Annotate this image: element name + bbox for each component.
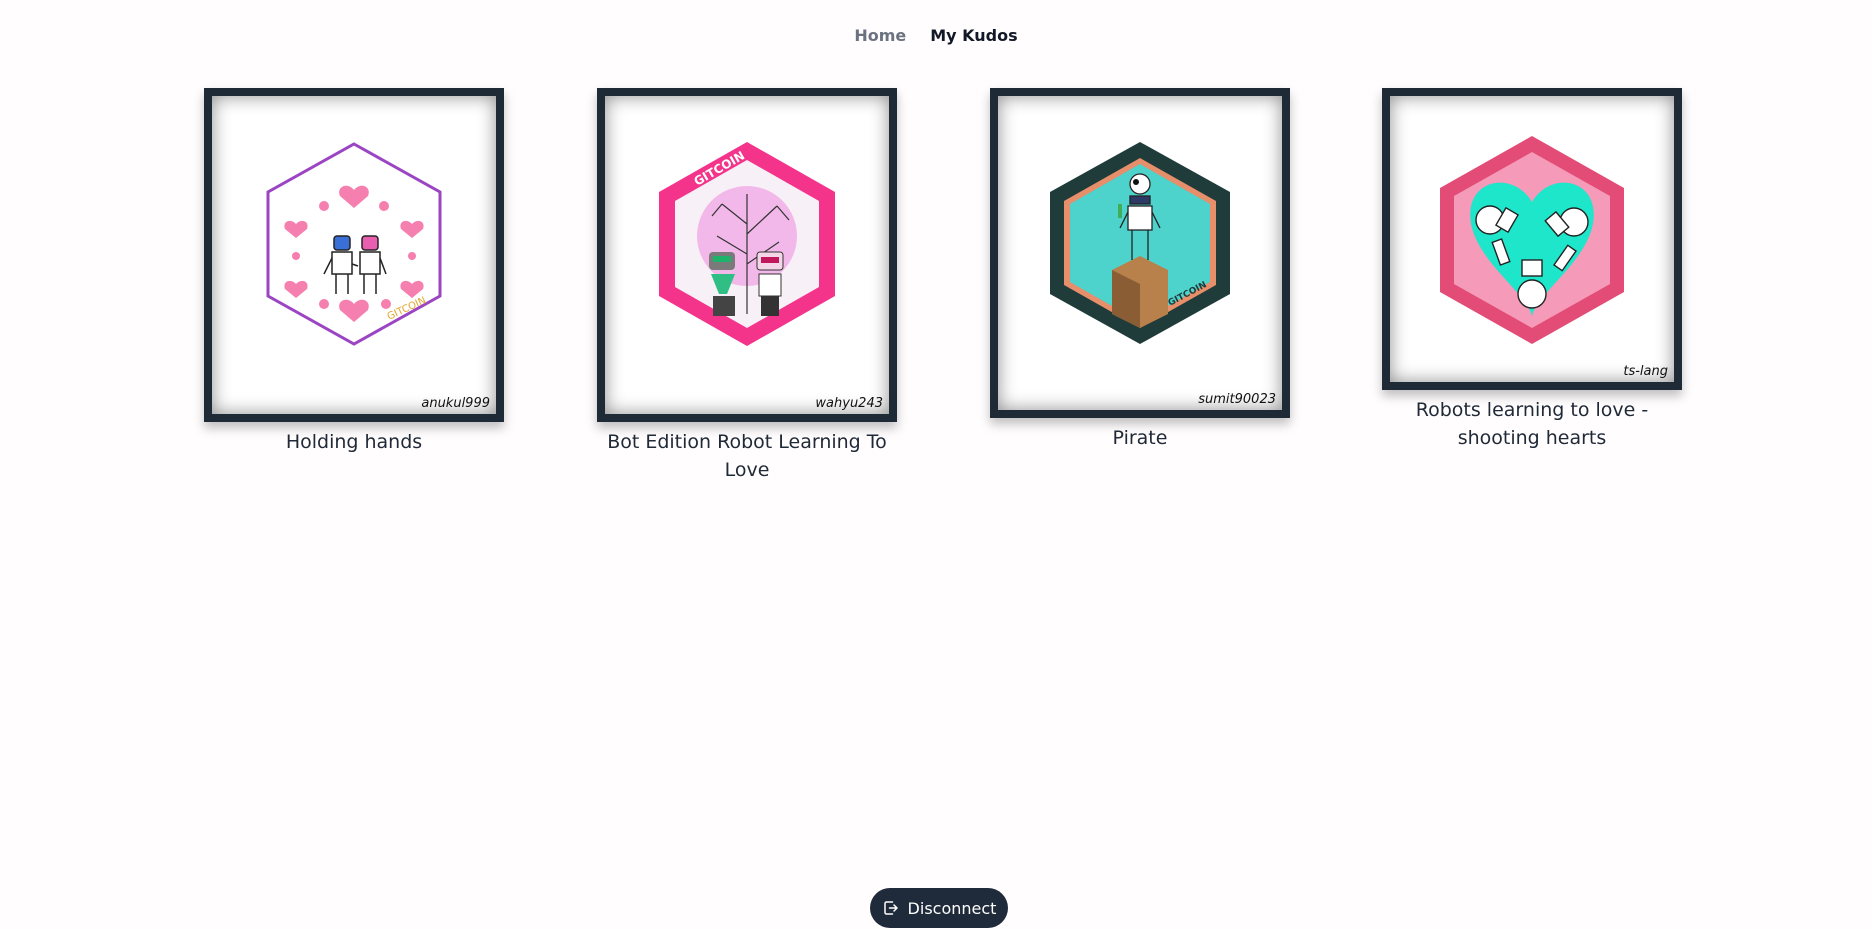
kudos-card[interactable]: ts-lang Robots learning to love - shooti… — [1382, 88, 1682, 452]
logout-icon — [883, 901, 898, 915]
kudos-card[interactable]: GITCOIN anukul999 Holding hands — [204, 88, 504, 456]
disconnect-button[interactable]: Disconnect — [870, 888, 1008, 928]
kudos-card[interactable]: GITCOIN wahyu243 Bot Edition Robot Learn… — [597, 88, 897, 484]
kudos-frame[interactable]: GITCOIN anukul999 — [204, 88, 504, 422]
kudos-frame[interactable]: GITCOIN sumit90023 — [990, 88, 1290, 418]
disconnect-label: Disconnect — [907, 898, 997, 918]
kudos-owner: anukul999 — [421, 396, 490, 411]
kudos-title: Pirate — [1112, 427, 1168, 449]
nav-home-link[interactable]: Home — [854, 26, 906, 45]
kudos-card[interactable]: GITCOIN sumit90023 Pirate — [990, 88, 1290, 452]
kudos-frame[interactable]: ts-lang — [1382, 88, 1682, 390]
kudos-title: Robots learning to love - shooting heart… — [1415, 399, 1649, 449]
top-nav: Home My Kudos — [0, 26, 1872, 45]
kudos-title: Bot Edition Robot Learning To Love — [607, 431, 887, 481]
kudos-title: Holding hands — [285, 431, 423, 453]
shooting-hearts-artwork — [1440, 136, 1624, 344]
nav-my-kudos-link[interactable]: My Kudos — [930, 26, 1017, 45]
pirate-robot-artwork: GITCOIN — [1050, 142, 1230, 344]
kudos-owner: ts-lang — [1623, 364, 1668, 379]
holding-hands-artwork: GITCOIN — [266, 142, 442, 346]
kudos-frame[interactable]: GITCOIN wahyu243 — [597, 88, 897, 422]
robot-learning-artwork: GITCOIN — [659, 142, 835, 346]
kudos-owner: wahyu243 — [815, 396, 883, 411]
kudos-owner: sumit90023 — [1198, 392, 1276, 407]
